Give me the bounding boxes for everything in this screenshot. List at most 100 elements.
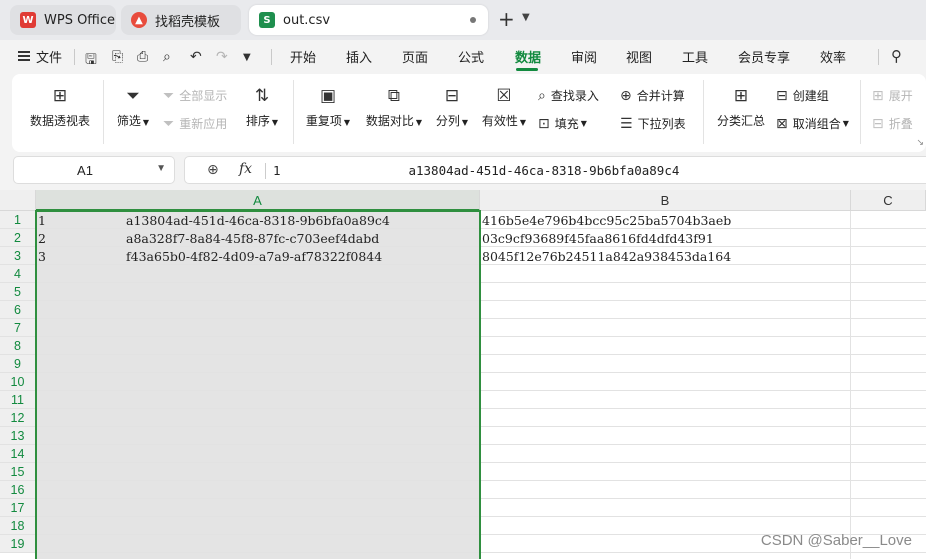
menu-member[interactable]: 会员专享 <box>738 47 790 66</box>
menu-tools[interactable]: 工具 <box>682 47 708 66</box>
cell-b3[interactable]: 8045f12e76b24511a842a938453da164 <box>482 248 731 266</box>
row-header[interactable]: 5 <box>0 283 36 301</box>
undo-icon[interactable]: ↶ <box>190 49 202 65</box>
tab-label: out.csv <box>283 12 331 28</box>
menu-insert[interactable]: 插入 <box>346 47 372 66</box>
formula-input[interactable]: ⊕ fx 1 a13804ad-451d-46ca-8318-9b6bfa0a8… <box>184 156 926 184</box>
search-icon[interactable]: ⚲ <box>891 47 902 65</box>
row-header[interactable]: 4 <box>0 265 36 283</box>
active-tab-indicator <box>516 68 538 71</box>
spreadsheet-grid[interactable]: A B C 1 2 3 4 5 6 7 8 9 10 11 12 13 14 15 16 17 18 19 1 a1… <box>0 190 926 559</box>
data-ribbon: ⊞ 数据透视表 ⏷ 筛选 ▼ ⏷ 全部显示 ⏷ 重新应用 ⇅ 排序 ▼ ▣ 重复项 ▼… <box>12 74 926 152</box>
expand-icon: ⊞ <box>872 87 884 104</box>
select-all-corner[interactable] <box>0 190 36 211</box>
sort-button[interactable]: ⇅ 排序 ▼ <box>242 84 282 129</box>
formula-bar-area: A1 ▼ ⊕ fx 1 a13804ad-451d-46ca-8318-9b6b… <box>0 152 926 190</box>
row-header[interactable]: 10 <box>0 373 36 391</box>
expand-button[interactable]: ⊞ 展开 <box>872 87 913 104</box>
row-header[interactable]: 3 <box>0 247 36 265</box>
reapply-button[interactable]: ⏷ 重新应用 <box>163 115 227 132</box>
tab-daoke-templates[interactable]: ▲ 找稻壳模板 <box>121 5 241 35</box>
tab-label: 找稻壳模板 <box>155 14 221 30</box>
tab-out-csv[interactable]: S out.csv <box>249 5 488 35</box>
name-box[interactable]: A1 ▼ <box>13 156 175 184</box>
ungroup-button[interactable]: ⊠ 取消组合 ▼ <box>776 115 849 132</box>
row-header[interactable]: 2 <box>0 229 36 247</box>
chevron-down-icon[interactable]: ▼ <box>156 163 166 174</box>
validity-icon: ☒ <box>496 86 512 106</box>
menu-data[interactable]: 数据 <box>515 47 541 66</box>
menu-efficiency[interactable]: 效率 <box>820 47 846 66</box>
column-header-c[interactable]: C <box>851 190 926 211</box>
show-all-button[interactable]: ⏷ 全部显示 <box>163 87 227 104</box>
menu-home[interactable]: 开始 <box>290 47 316 66</box>
row-header[interactable]: 9 <box>0 355 36 373</box>
tab-list-chevron-down-icon[interactable]: ▼ <box>522 12 530 23</box>
watermark: CSDN @Saber__Love <box>760 532 912 549</box>
share-icon[interactable]: ⎘ <box>112 49 123 65</box>
pivot-table-button[interactable]: ⊞ 数据透视表 <box>28 84 92 129</box>
merge-calc-icon: ⊕ <box>620 87 632 104</box>
zoom-formula-icon[interactable]: ⊕ <box>207 162 219 178</box>
validity-button[interactable]: ☒ 有效性 ▼ <box>478 84 530 129</box>
split-column-button[interactable]: ⊟ 分列 ▼ <box>432 84 472 129</box>
fx-icon[interactable]: fx <box>239 161 252 177</box>
filter-icon: ⏷ <box>126 86 140 106</box>
hamburger-menu-icon[interactable] <box>18 51 30 61</box>
chevron-down-icon: ▼ <box>271 118 279 127</box>
pivot-table-icon: ⊞ <box>52 86 68 106</box>
redo-icon[interactable]: ↷ <box>216 49 228 65</box>
ribbon-expand-corner-icon[interactable]: ↘ <box>916 138 924 148</box>
divider <box>878 49 879 65</box>
row-header[interactable]: 13 <box>0 427 36 445</box>
row-header[interactable]: 16 <box>0 481 36 499</box>
merge-calc-button[interactable]: ⊕ 合并计算 <box>620 87 685 104</box>
reapply-icon: ⏷ <box>163 115 175 132</box>
quick-access-chevron-down-icon[interactable]: ▼ <box>243 52 251 63</box>
new-tab-plus-icon[interactable]: + <box>498 9 515 29</box>
filter-button[interactable]: ⏷ 筛选 ▼ <box>113 84 153 129</box>
fill-button[interactable]: ⊡ 填充 ▼ <box>538 115 587 132</box>
menu-view[interactable]: 视图 <box>626 47 652 66</box>
dropdown-list-icon: ☰ <box>620 115 633 132</box>
ungroup-icon: ⊠ <box>776 115 788 132</box>
split-column-icon: ⊟ <box>444 86 460 106</box>
row-header[interactable]: 8 <box>0 337 36 355</box>
cell-b2[interactable]: 03c9cf93689f45faa8616fd4dfd43f91 <box>482 230 714 248</box>
row-header[interactable]: 7 <box>0 319 36 337</box>
row-header[interactable]: 15 <box>0 463 36 481</box>
chevron-down-icon: ▼ <box>415 118 423 127</box>
save-icon[interactable]: 🖫 <box>85 49 97 73</box>
subtotal-icon: ⊞ <box>733 86 749 106</box>
row-header[interactable]: 6 <box>0 301 36 319</box>
row-header[interactable]: 14 <box>0 445 36 463</box>
tab-wps-office[interactable]: W WPS Office <box>10 5 116 35</box>
duplicates-button[interactable]: ▣ 重复项 ▼ <box>303 84 353 129</box>
column-header-b[interactable]: B <box>480 190 851 211</box>
print-preview-icon[interactable]: ⌕ <box>163 49 171 65</box>
unsaved-dot-icon[interactable] <box>470 17 476 23</box>
menu-formula[interactable]: 公式 <box>458 47 484 66</box>
chevron-down-icon: ▼ <box>343 118 351 127</box>
row-header[interactable]: 18 <box>0 517 36 535</box>
menu-page[interactable]: 页面 <box>402 47 428 66</box>
collapse-button[interactable]: ⊟ 折叠 <box>872 115 913 132</box>
row-header[interactable]: 19 <box>0 535 36 553</box>
menu-review[interactable]: 审阅 <box>571 47 597 66</box>
row-header[interactable]: 17 <box>0 499 36 517</box>
dropdown-list-button[interactable]: ☰ 下拉列表 <box>620 115 686 132</box>
subtotal-button[interactable]: ⊞ 分类汇总 <box>712 84 770 129</box>
cell-b1[interactable]: 416b5e4e796b4bcc95c25ba5704b3aeb <box>482 212 731 230</box>
create-group-button[interactable]: ⊟ 创建组 <box>776 87 829 104</box>
row-header[interactable]: 1 <box>0 211 36 229</box>
data-compare-icon: ⧉ <box>387 86 401 106</box>
menu-file[interactable]: 文件 <box>36 47 62 66</box>
create-group-icon: ⊟ <box>776 87 788 104</box>
column-header-a[interactable]: A <box>36 190 480 211</box>
print-icon[interactable]: ⎙ <box>137 49 148 65</box>
data-compare-button[interactable]: ⧉ 数据对比 ▼ <box>362 84 426 129</box>
row-header[interactable]: 11 <box>0 391 36 409</box>
row-header[interactable]: 12 <box>0 409 36 427</box>
find-entry-button[interactable]: ⌕ 查找录入 <box>538 87 599 104</box>
chevron-down-icon: ▼ <box>461 118 469 127</box>
